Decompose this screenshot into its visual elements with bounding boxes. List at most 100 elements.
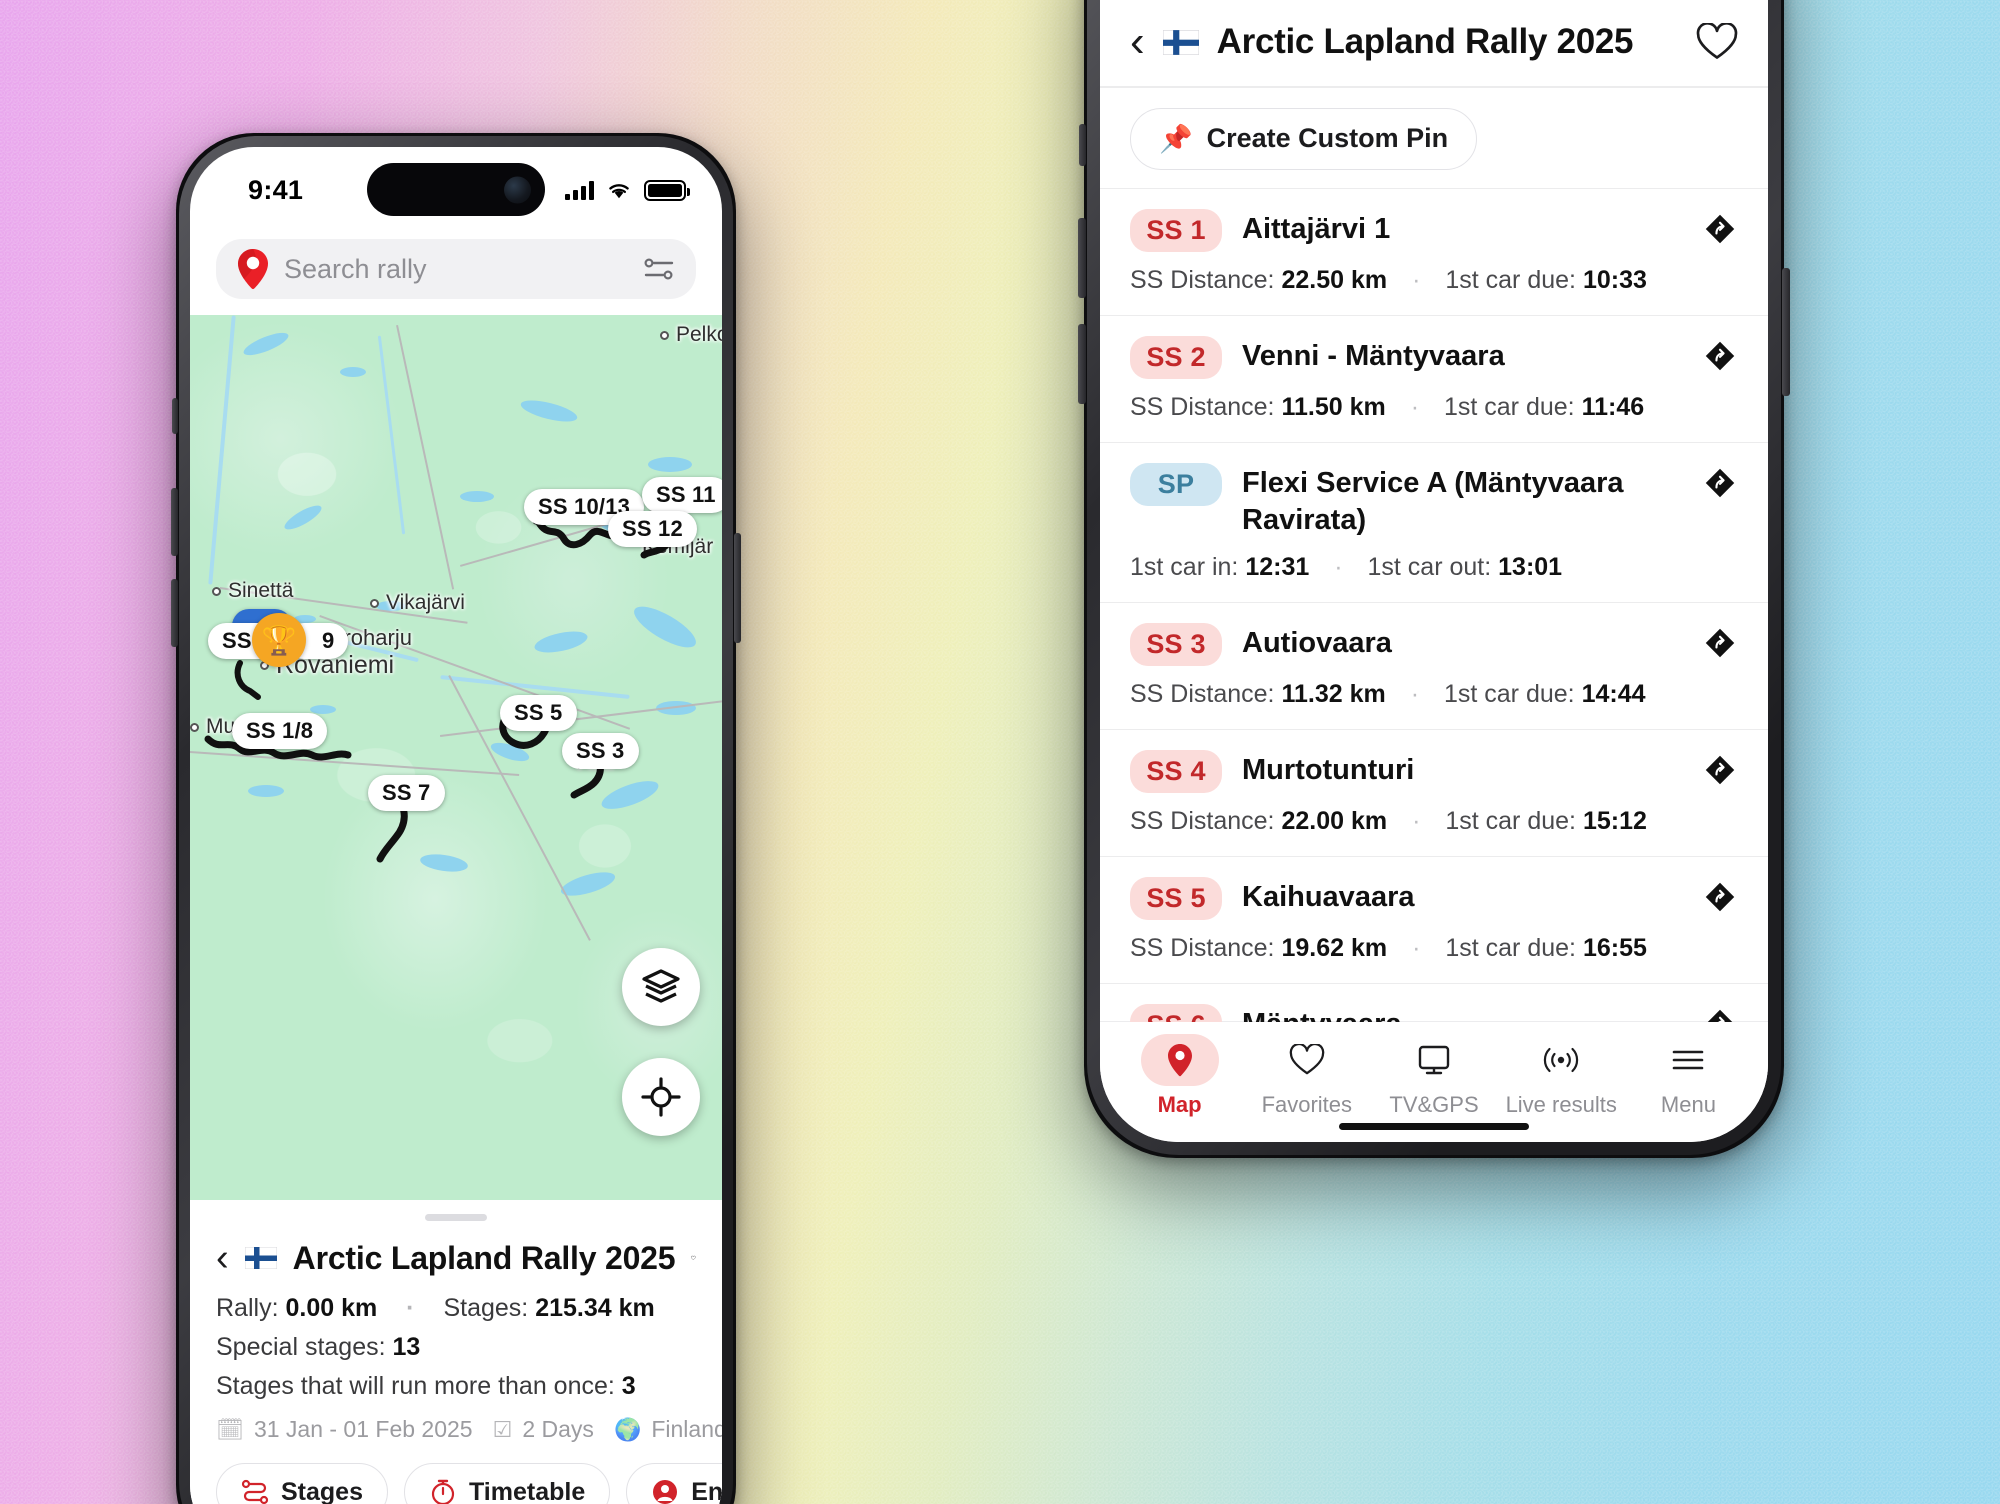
power-button[interactable] <box>1782 268 1790 396</box>
filter-sliders-icon[interactable] <box>642 256 676 282</box>
right-phone-screen: Search rally ‹ <box>1100 0 1768 1142</box>
chevron-left-icon[interactable]: ‹ <box>1130 20 1145 64</box>
sheet-grabber[interactable] <box>425 1214 487 1221</box>
tab-label: Map <box>1157 1092 1202 1117</box>
silent-switch[interactable] <box>1079 124 1086 166</box>
stage-badge: SS 1 <box>1130 208 1222 252</box>
rally-distance-row: Rally: 0.00 km · Stages: 215.34 km <box>216 1294 655 1322</box>
stopwatch-icon <box>431 1479 455 1504</box>
map-stage-marker[interactable]: SS 12 <box>608 511 697 547</box>
broadcast-icon <box>1522 1034 1600 1086</box>
tab-label: Favorites <box>1261 1092 1353 1117</box>
navigate-diamond-icon[interactable] <box>1702 877 1738 913</box>
globe-icon: 🌍 <box>613 1416 642 1442</box>
tab-live-results[interactable]: Live results <box>1498 1034 1625 1118</box>
navigate-diamond-icon[interactable] <box>1702 209 1738 245</box>
navigate-diamond-icon[interactable] <box>1702 623 1738 659</box>
entry-list-button[interactable]: Entry list <box>626 1463 722 1504</box>
hamburger-menu-icon <box>1649 1034 1727 1086</box>
locate-me-button[interactable] <box>622 1058 700 1136</box>
volume-up-button[interactable] <box>1078 218 1086 298</box>
search-bar-container: Search rally <box>190 233 722 315</box>
navigate-diamond-icon[interactable] <box>1702 463 1738 499</box>
tab-label: Live results <box>1505 1092 1617 1117</box>
power-button[interactable] <box>734 533 741 643</box>
timetable-button[interactable]: Timetable <box>403 1463 611 1504</box>
map-layers-button[interactable] <box>622 948 700 1026</box>
rally-pin-logo-icon <box>238 249 268 289</box>
route-icon <box>241 1479 269 1504</box>
volume-down-button[interactable] <box>171 579 178 647</box>
map-canvas[interactable]: Pelko Sinettä Vikajärvi Kemijär Someroha… <box>190 315 722 1200</box>
person-icon <box>653 1480 678 1504</box>
volume-up-button[interactable] <box>171 488 178 556</box>
separator-dot: · <box>1412 265 1421 294</box>
page-title: Arctic Lapland Rally 2025 <box>292 1239 676 1276</box>
stages-button[interactable]: Stages <box>216 1463 388 1504</box>
separator-dot: · <box>1334 552 1343 581</box>
map-stage-marker[interactable]: SS 11 <box>642 477 722 513</box>
rally-action-buttons: Stages Timetable En <box>216 1447 722 1504</box>
tab-map[interactable]: Map <box>1116 1034 1243 1118</box>
tab-label: Menu <box>1660 1092 1716 1117</box>
heart-outline-icon <box>1268 1034 1346 1086</box>
stage-list-item[interactable]: SS 2 Venni - Mäntyvaara SS Distance: 11.… <box>1100 314 1768 442</box>
map-lake <box>340 367 366 377</box>
tab-label: TV&GPS <box>1389 1092 1479 1117</box>
stage-subtitle: 1st car in: 12:31 · 1st car out: 13:01 <box>1130 552 1563 581</box>
town-dot-icon <box>212 586 221 596</box>
battery-icon <box>644 179 690 201</box>
wifi-icon <box>609 183 629 198</box>
stage-list-item[interactable]: SP Flexi Service A (Mäntyvaara Ravirata)… <box>1100 441 1768 602</box>
stage-name: Autiovaara <box>1242 626 1392 659</box>
left-phone-screen: 9:41 Search rally Pelk Sinettä Vikajärvi… <box>190 147 722 1504</box>
repeat-stages-row: Stages that will run more than once: 3 <box>216 1372 636 1400</box>
tv-monitor-icon <box>1395 1034 1473 1086</box>
volume-down-button[interactable] <box>1078 324 1086 404</box>
silent-switch[interactable] <box>172 398 178 434</box>
tab-menu[interactable]: Menu <box>1625 1034 1752 1118</box>
town-dot-icon <box>660 330 669 340</box>
navigate-diamond-icon[interactable] <box>1702 750 1738 786</box>
stage-subtitle: SS Distance: 19.62 km · 1st car due: 16:… <box>1130 933 1647 962</box>
stage-list-item[interactable]: SS 6 Mäntyvaara SS Distance: 4.00 km · 1… <box>1100 982 1768 1022</box>
dynamic-island <box>367 163 545 216</box>
stage-list-item[interactable]: SS 1 Aittajärvi 1 SS Distance: 22.50 km … <box>1100 187 1768 315</box>
rally-header: ‹ Arctic Lapland Rally 2025 📌 Create Cus… <box>1100 0 1768 188</box>
right-phone-device: Search rally ‹ <box>1078 0 1790 1158</box>
search-input[interactable]: Search rally <box>216 239 696 299</box>
map-stage-marker[interactable]: SS 7 <box>368 775 445 811</box>
navigate-diamond-icon[interactable] <box>1702 336 1738 372</box>
tab-favorites[interactable]: Favorites <box>1243 1034 1370 1118</box>
chevron-left-icon[interactable]: ‹ <box>216 1239 229 1277</box>
stage-name: Murtotunturi <box>1242 753 1415 786</box>
navigate-diamond-icon[interactable] <box>1702 1004 1738 1022</box>
favorite-heart-button[interactable] <box>1696 23 1738 61</box>
stage-name: Aittajärvi 1 <box>1242 212 1391 245</box>
map-stage-marker[interactable]: SS 1/8 <box>232 713 328 749</box>
home-indicator[interactable] <box>1339 1123 1529 1130</box>
trophy-cluster-icon[interactable]: 🏆 <box>252 613 306 667</box>
status-bar: 9:41 <box>190 147 722 233</box>
favorite-heart-button[interactable] <box>691 1241 696 1275</box>
map-lake <box>310 705 336 714</box>
status-time: 9:41 <box>248 174 304 205</box>
stage-subtitle: SS Distance: 11.50 km · 1st car due: 11:… <box>1130 392 1645 421</box>
stage-list-item[interactable]: SS 4 Murtotunturi SS Distance: 22.00 km … <box>1100 728 1768 856</box>
stage-list-item[interactable]: SS 5 Kaihuavaara SS Distance: 19.62 km ·… <box>1100 855 1768 983</box>
create-custom-pin-button[interactable]: 📌 Create Custom Pin <box>1130 107 1478 170</box>
stage-name: Kaihuavaara <box>1242 880 1415 913</box>
stage-badge: SS 2 <box>1130 335 1222 379</box>
locate-crosshair-icon <box>641 1077 681 1117</box>
tab-tv-gps[interactable]: TV&GPS <box>1370 1034 1497 1118</box>
checkbox-icon: ☑ <box>492 1416 513 1442</box>
special-stages-row: Special stages: 13 <box>216 1333 421 1361</box>
stage-list-item[interactable]: SS 3 Autiovaara SS Distance: 11.32 km · … <box>1100 601 1768 729</box>
map-town-label: Pelko <box>660 323 722 347</box>
map-stage-marker[interactable]: SS 5 <box>500 695 577 731</box>
map-town-label: Sinettä <box>212 579 293 603</box>
finland-flag-icon <box>1162 29 1199 55</box>
stage-list[interactable]: SS 1 Aittajärvi 1 SS Distance: 22.50 km … <box>1100 187 1768 1022</box>
stage-name: Mäntyvaara <box>1242 1004 1402 1022</box>
map-stage-marker[interactable]: SS 3 <box>562 733 639 769</box>
